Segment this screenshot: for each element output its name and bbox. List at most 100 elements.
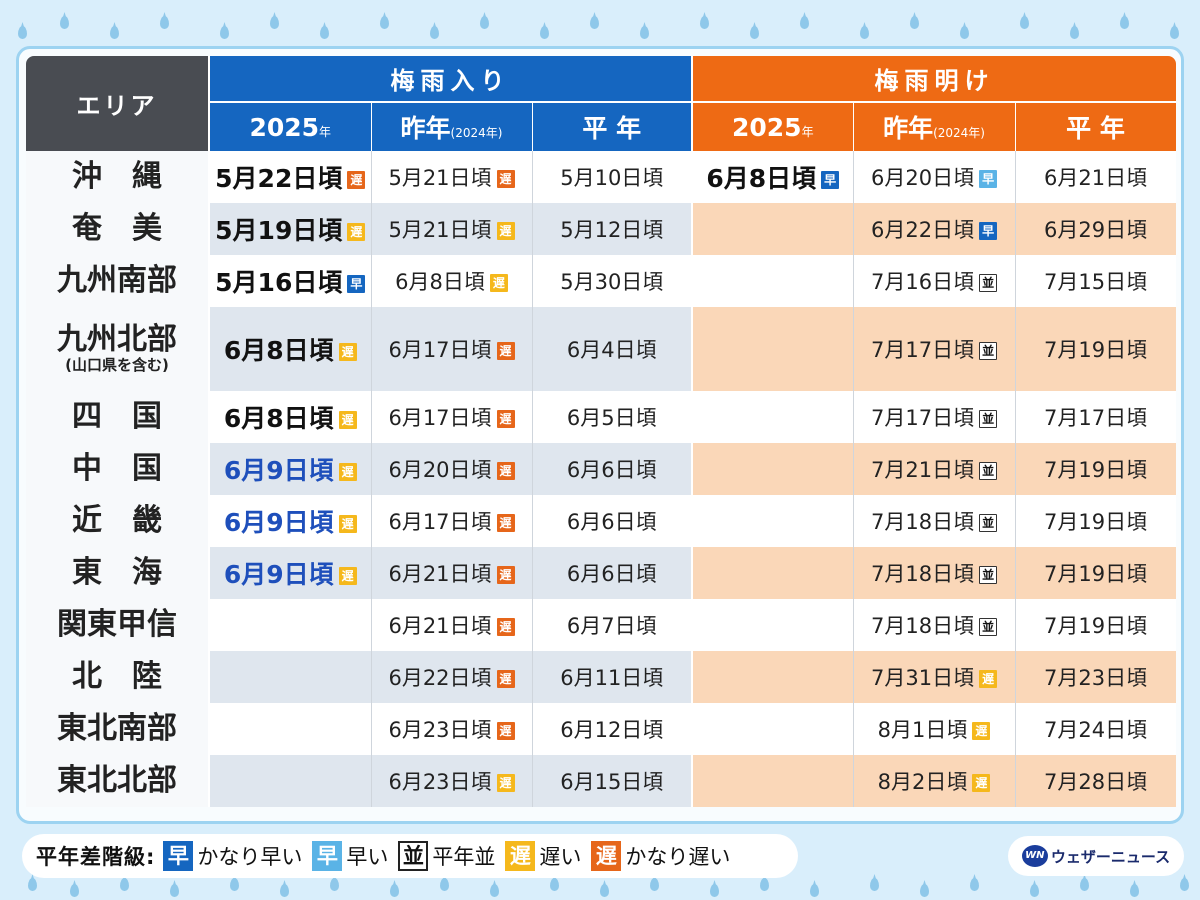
raindrop-icon (920, 884, 929, 897)
deviation-badge: 遅 (347, 223, 366, 241)
date-text: 6月9日頃 (223, 508, 334, 537)
deviation-badge: 早 (979, 222, 998, 240)
date-text: 6月20日頃 (388, 458, 492, 482)
entry-normal-cell: 5月30日頃 (532, 255, 693, 307)
deviation-badge: 並 (979, 342, 998, 360)
raindrop-icon (640, 26, 649, 39)
deviation-badge: 遅 (496, 170, 515, 188)
raindrop-icon (160, 16, 169, 29)
legend-item: 早早い (312, 841, 388, 871)
legend-label: 遅い (539, 845, 582, 869)
area-name: 東北南部 (26, 703, 210, 755)
exit-2025-cell (691, 203, 854, 255)
header-exit-last-year: 昨年(2024年) (853, 102, 1016, 151)
header-entry-last-year: 昨年(2024年) (371, 102, 533, 151)
area-label: 北 陸 (72, 659, 162, 695)
date-text: 6月22日頃 (388, 666, 492, 690)
entry-normal-cell: 5月12日頃 (532, 203, 693, 255)
exit-2025-cell: 6月8日頃早 (691, 151, 854, 203)
table-row: 九州南部 5月16日頃早 6月8日頃遅 5月30日頃 7月16日頃並 7月15日頃 (26, 255, 1176, 307)
date-text: 7月16日頃 (870, 270, 975, 294)
deviation-badge: 早 (821, 171, 840, 189)
entry-normal-cell: 6月5日頃 (532, 391, 693, 443)
header-area: エリア (26, 56, 210, 151)
date-text: 7月19日頃 (1043, 562, 1148, 586)
exit-2025-cell (691, 599, 854, 651)
date-text: 5月12日頃 (560, 218, 664, 242)
deviation-badge: 遅 (347, 171, 366, 189)
date-text: 5月21日頃 (388, 166, 492, 190)
legend-title: 平年差階級: (36, 845, 156, 869)
area-label: 四 国 (72, 399, 162, 435)
exit-2024-cell: 7月16日頃並 (853, 255, 1016, 307)
exit-2024-cell: 8月1日頃遅 (853, 703, 1016, 755)
raindrop-icon (1070, 26, 1079, 39)
date-text: 6月7日頃 (566, 614, 657, 638)
table-row: 九州北部 (山口県を含む) 6月8日頃遅 6月17日頃遅 6月4日頃 7月17日頃並 7月1… (26, 307, 1176, 391)
table-row: 四 国 6月8日頃遅 6月17日頃遅 6月5日頃 7月17日頃並 7月17日頃 (26, 391, 1176, 443)
entry-normal-cell: 6月6日頃 (532, 443, 693, 495)
entry-2024-cell: 6月23日頃遅 (371, 703, 533, 755)
date-text: 6月23日頃 (388, 718, 492, 742)
exit-2024-cell: 8月2日頃遅 (853, 755, 1016, 807)
date-text: 6月4日頃 (566, 338, 657, 362)
rainy-season-table: エリア 梅雨入り 梅雨明け 2025年 昨年(2024年) 平 年 2025年 … (26, 56, 1176, 814)
legend-label: 早い (346, 845, 389, 869)
raindrop-icon (18, 26, 27, 39)
exit-normal-cell: 7月28日頃 (1015, 755, 1176, 807)
date-text: 6月11日頃 (560, 666, 664, 690)
area-name: 北 陸 (26, 651, 210, 703)
header-entry-normal: 平 年 (532, 102, 693, 151)
raindrop-icon (170, 884, 179, 897)
raindrop-icon (480, 16, 489, 29)
entry-2025-cell: 5月22日頃遅 (209, 151, 372, 203)
deviation-badge: 遅 (496, 514, 515, 532)
entry-2025-cell: 5月16日頃早 (209, 255, 372, 307)
date-text: 7月19日頃 (1043, 458, 1148, 482)
deviation-badge: 並 (979, 514, 998, 532)
deviation-badge: 遅 (496, 722, 515, 740)
raindrop-icon (600, 884, 609, 897)
exit-normal-cell: 7月19日頃 (1015, 443, 1176, 495)
raindrop-icon (490, 884, 499, 897)
deviation-badge: 遅 (496, 410, 515, 428)
entry-2024-cell: 6月17日頃遅 (371, 495, 533, 547)
table-body: 沖 縄 5月22日頃遅 5月21日頃遅 5月10日頃 6月8日頃早 6月20日頃早 6月21… (26, 151, 1176, 807)
area-label: 奄 美 (72, 211, 162, 247)
date-text: 7月18日頃 (870, 562, 975, 586)
deviation-badge: 早 (347, 275, 366, 293)
area-name: 奄 美 (26, 203, 210, 255)
deviation-badge: 遅 (979, 670, 998, 688)
raindrop-icon (270, 16, 279, 29)
raindrop-icon (760, 878, 769, 891)
table-row: 中 国 6月9日頃遅 6月20日頃遅 6月6日頃 7月21日頃並 7月19日頃 (26, 443, 1176, 495)
entry-normal-cell: 6月4日頃 (532, 307, 693, 391)
date-text: 6月8日頃 (223, 336, 334, 365)
date-text: 6月8日頃 (706, 164, 817, 193)
deviation-badge: 遅 (496, 566, 515, 584)
date-text: 6月6日頃 (566, 562, 657, 586)
raindrop-icon (280, 884, 289, 897)
raindrop-icon (960, 26, 969, 39)
table-row: 奄 美 5月19日頃遅 5月21日頃遅 5月12日頃 6月22日頃早 6月29日頃 (26, 203, 1176, 255)
exit-2025-cell (691, 755, 854, 807)
raindrop-icon (550, 878, 559, 891)
area-label: 関東甲信 (57, 607, 177, 643)
deviation-badge: 並 (979, 274, 998, 292)
raindrop-icon (1180, 878, 1189, 891)
exit-normal-cell: 7月17日頃 (1015, 391, 1176, 443)
date-text: 5月16日頃 (215, 268, 343, 297)
exit-2024-cell: 7月21日頃並 (853, 443, 1016, 495)
entry-2025-cell: 6月8日頃遅 (209, 307, 372, 391)
exit-2025-cell (691, 703, 854, 755)
date-text: 7月17日頃 (870, 406, 975, 430)
entry-normal-cell: 6月11日頃 (532, 651, 693, 703)
deviation-badge: 遅 (496, 222, 515, 240)
area-name: 近 畿 (26, 495, 210, 547)
area-label: 中 国 (72, 451, 162, 487)
table-row: 沖 縄 5月22日頃遅 5月21日頃遅 5月10日頃 6月8日頃早 6月20日頃早 6月21… (26, 151, 1176, 203)
raindrop-icon (380, 16, 389, 29)
area-name: 東 海 (26, 547, 210, 599)
exit-normal-cell: 7月23日頃 (1015, 651, 1176, 703)
date-text: 8月2日頃 (877, 770, 968, 794)
